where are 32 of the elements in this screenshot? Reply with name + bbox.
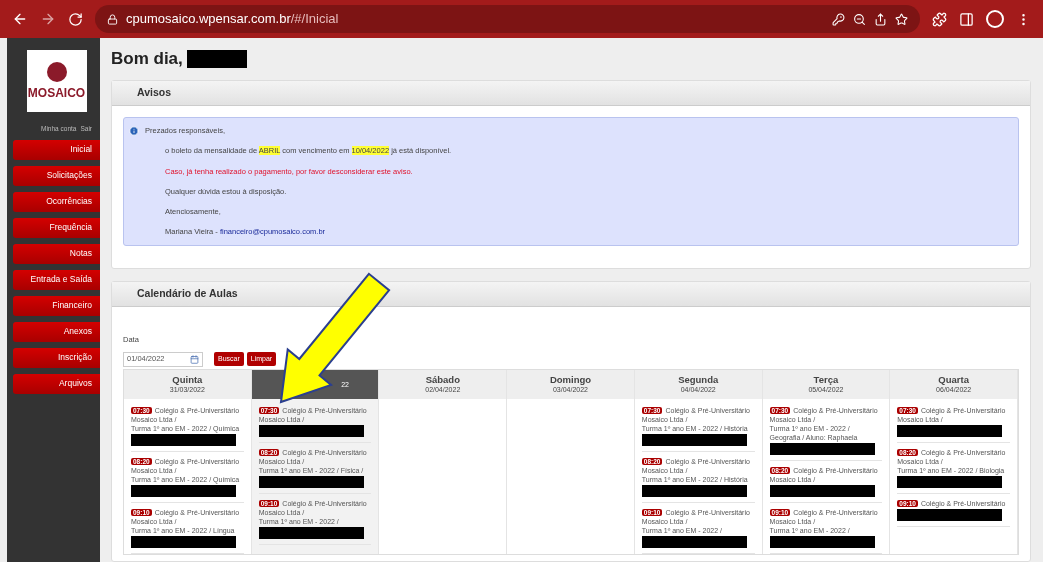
profile-avatar[interactable] (986, 10, 1004, 28)
sidebar-item[interactable]: Ocorrências (13, 191, 100, 212)
key-icon[interactable] (832, 12, 845, 26)
zoom-icon[interactable] (853, 12, 866, 26)
forward-icon[interactable] (40, 11, 56, 27)
calendar-icon[interactable] (190, 354, 199, 364)
share-icon[interactable] (874, 12, 887, 26)
sidebar-item[interactable]: Anexos (13, 321, 100, 342)
panel-title: Calendário de Aulas (137, 285, 238, 301)
logo-icon (46, 62, 67, 82)
url-host: cpumosaico.wpensar.com.br (126, 10, 291, 29)
star-icon[interactable] (895, 12, 908, 26)
info-icon (129, 125, 139, 136)
sidebar-item[interactable]: Notas (13, 243, 100, 264)
address-bar[interactable]: cpumosaico.wpensar.com.br/#/Inicial (95, 5, 920, 33)
sidebar-item[interactable]: Financeiro (13, 295, 100, 316)
logo-text: MOSAICO (27, 86, 86, 100)
sidebar-item[interactable]: Entrada e Saída (13, 269, 100, 290)
sidebar-item[interactable]: Frequência (13, 217, 100, 238)
panel-title: Avisos (137, 85, 172, 101)
redaction-bar (186, 50, 247, 68)
greeting: Bom dia, (111, 48, 183, 71)
extensions-icon[interactable] (932, 11, 947, 27)
sidebar-item[interactable]: Inicial (13, 139, 100, 160)
sidebar-item[interactable]: Solicitações (13, 165, 100, 186)
back-icon[interactable] (12, 11, 28, 27)
url-path: /#/Inicial (290, 10, 339, 29)
lock-icon (107, 13, 118, 25)
sidebar-item[interactable]: Arquivos (13, 373, 100, 394)
reload-icon[interactable] (68, 11, 83, 27)
sidebar-toggle-icon[interactable] (959, 11, 974, 27)
sidebar-item[interactable]: Inscrição (13, 347, 100, 368)
